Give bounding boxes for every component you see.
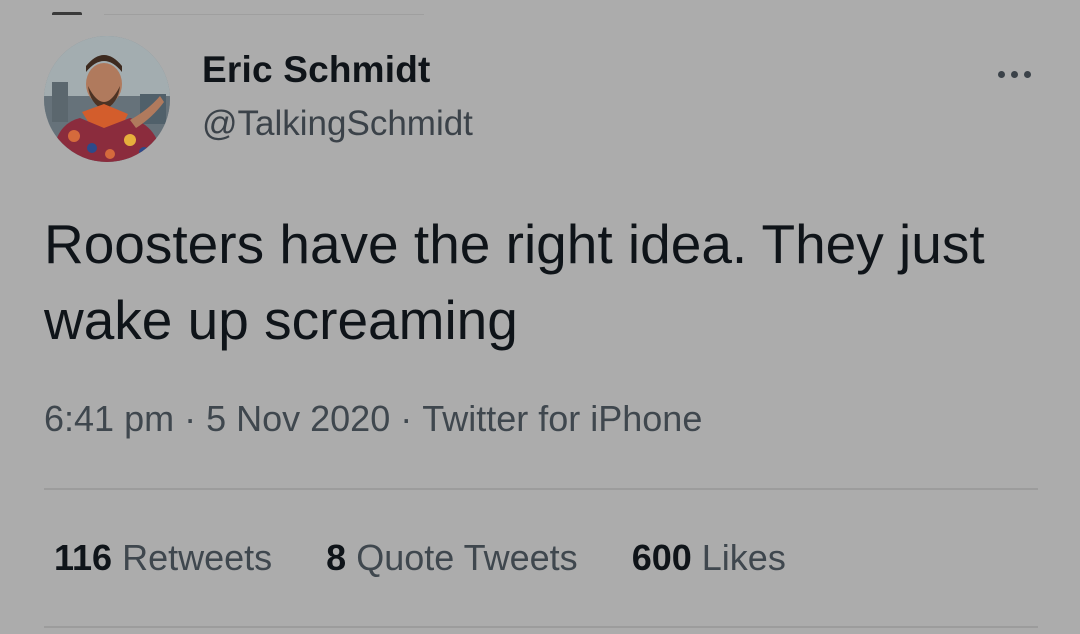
likes-label: Likes	[701, 537, 786, 578]
author-display-name[interactable]: Eric Schmidt	[202, 46, 473, 94]
meta-separator-2: ·	[400, 398, 413, 439]
author-handle[interactable]: @TalkingSchmidt	[202, 100, 473, 148]
avatar[interactable]	[44, 36, 170, 162]
tweet-date[interactable]: 5 Nov 2020	[206, 398, 390, 439]
more-options-button[interactable]	[990, 58, 1038, 90]
tweet-text: Roosters have the right idea. They just …	[44, 213, 985, 351]
retweets-stat[interactable]: 116 Retweets	[54, 534, 272, 582]
tweet-detail: Eric Schmidt @TalkingSchmidt Roosters ha…	[0, 0, 1080, 634]
quote-tweets-stat[interactable]: 8 Quote Tweets	[326, 534, 578, 582]
avatar-photo	[44, 36, 170, 162]
quote-tweets-count: 8	[326, 537, 347, 578]
meta-separator: ·	[184, 398, 197, 439]
tweet-time[interactable]: 6:41 pm	[44, 398, 174, 439]
tweet-source[interactable]: Twitter for iPhone	[422, 398, 702, 439]
more-horizontal-icon-dot-3	[1023, 70, 1031, 78]
tweet-metadata: 6:41 pm · 5 Nov 2020 · Twitter for iPhone	[44, 394, 702, 444]
retweets-label: Retweets	[122, 537, 273, 578]
divider-bottom	[44, 626, 1038, 628]
likes-count: 600	[631, 537, 692, 578]
divider	[44, 488, 1038, 490]
more-horizontal-icon-dot-2	[1010, 70, 1018, 78]
retweets-count: 116	[54, 537, 113, 578]
author-identity: Eric Schmidt @TalkingSchmidt	[202, 46, 473, 148]
more-horizontal-icon	[997, 70, 1005, 78]
tweet-header: Eric Schmidt @TalkingSchmidt	[44, 36, 1040, 166]
tweet-stats: 116 Retweets 8 Quote Tweets 600 Likes	[54, 534, 786, 582]
likes-stat[interactable]: 600 Likes	[632, 534, 786, 582]
quote-tweets-label: Quote Tweets	[356, 537, 578, 578]
